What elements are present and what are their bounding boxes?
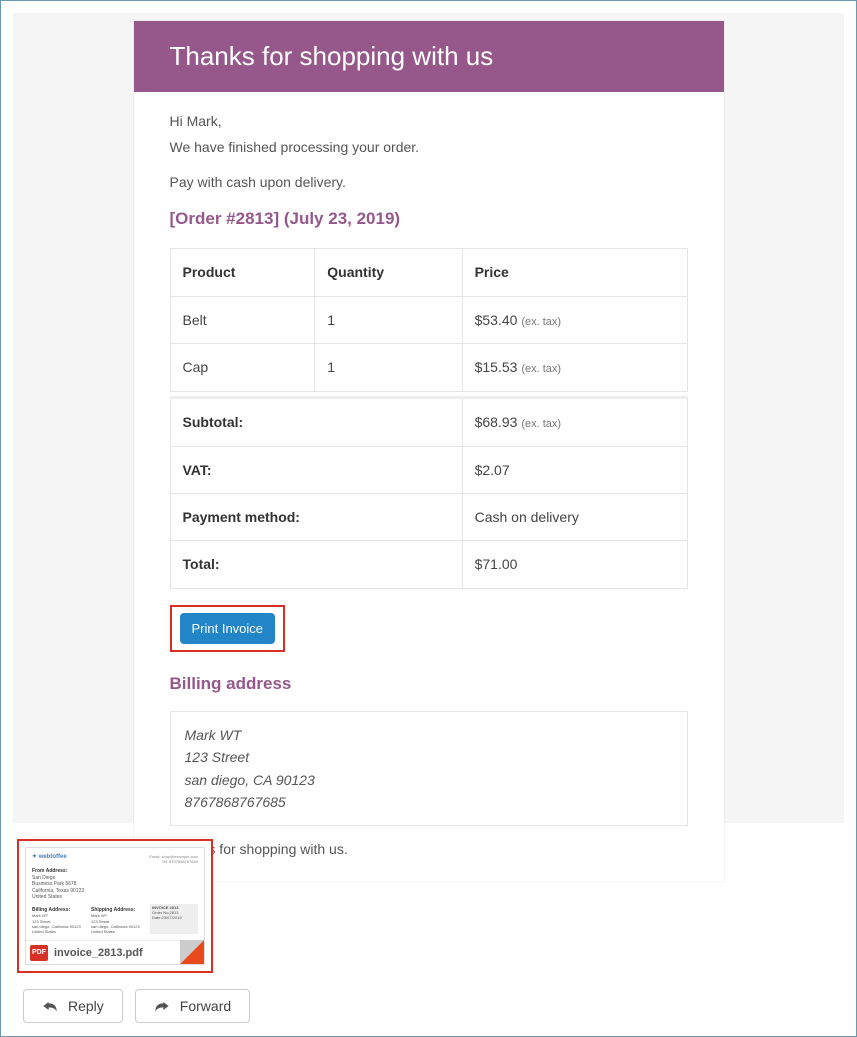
price-value: $15.53 — [475, 359, 518, 375]
item-product: Cap — [170, 344, 315, 392]
billing-heading: Billing address — [170, 670, 688, 697]
attachment-thumbnail-highlight: ✦ webtoffee Email: shop@example.com Tel:… — [17, 839, 213, 973]
item-price: $53.40 (ex. tax) — [462, 296, 687, 344]
payment-label: Payment method: — [170, 493, 462, 540]
forward-button[interactable]: Forward — [135, 989, 250, 1023]
billing-phone: 8767868767685 — [185, 791, 673, 813]
item-quantity: 1 — [315, 296, 462, 344]
print-invoice-highlight: Print Invoice — [170, 605, 286, 652]
col-quantity: Quantity — [315, 249, 462, 296]
order-heading: [Order #2813] (July 23, 2019) — [170, 205, 688, 232]
col-product: Product — [170, 249, 315, 296]
total-value: $71.00 — [462, 541, 687, 588]
item-price: $15.53 (ex. tax) — [462, 344, 687, 392]
attachment-thumbnail[interactable]: ✦ webtoffee Email: shop@example.com Tel:… — [25, 847, 205, 965]
thumb-ord-date: Date:23/07/2019 — [152, 915, 196, 920]
billing-city: san diego, CA 90123 — [185, 769, 673, 791]
thumb-ship-l4: United States — [91, 929, 146, 934]
email-preview-container: Thanks for shopping with us Hi Mark, We … — [13, 13, 844, 823]
thumb-tel: Tel: 8767868767685 — [162, 859, 198, 864]
payment-value: Cash on delivery — [462, 493, 687, 540]
subtotal-note: (ex. tax) — [521, 418, 561, 430]
order-summary-table: Subtotal: $68.93 (ex. tax) VAT: $2.07 Pa… — [170, 396, 688, 589]
price-note: (ex. tax) — [521, 316, 561, 328]
thumb-bill-l4: United States — [32, 929, 87, 934]
item-product: Belt — [170, 296, 315, 344]
thumb-contact: Email: shop@example.com Tel: 87678687676… — [149, 854, 198, 864]
vat-label: VAT: — [170, 446, 462, 493]
closing-line: Thanks for shopping with us. — [170, 836, 688, 862]
attachment-filename: invoice_2813.pdf — [54, 947, 143, 959]
reply-button[interactable]: Reply — [23, 989, 123, 1023]
col-price: Price — [462, 249, 687, 296]
price-note: (ex. tax) — [521, 363, 561, 375]
total-label: Total: — [170, 541, 462, 588]
billing-address-box: Mark WT 123 Street san diego, CA 90123 8… — [170, 711, 688, 827]
order-items-table: Product Quantity Price Belt 1 $53.40 (ex… — [170, 248, 688, 392]
subtotal-value: $68.93 (ex. tax) — [462, 397, 687, 446]
price-value: $53.40 — [475, 312, 518, 328]
billing-name: Mark WT — [185, 724, 673, 746]
item-quantity: 1 — [315, 344, 462, 392]
subtotal-label: Subtotal: — [170, 397, 462, 446]
attachment-footer: PDF invoice_2813.pdf — [26, 940, 204, 964]
email-body: Hi Mark, We have finished processing you… — [134, 92, 724, 881]
reply-icon — [42, 999, 58, 1013]
thumb-from-l4: United States — [32, 894, 198, 901]
table-row: Belt 1 $53.40 (ex. tax) — [170, 296, 687, 344]
email-action-row: Reply Forward — [23, 989, 250, 1023]
billing-street: 123 Street — [185, 746, 673, 768]
print-invoice-button[interactable]: Print Invoice — [180, 613, 276, 644]
email-header-title: Thanks for shopping with us — [134, 21, 724, 92]
greeting-line: Hi Mark, — [170, 110, 688, 132]
reply-label: Reply — [68, 998, 104, 1014]
vat-value: $2.07 — [462, 446, 687, 493]
email-card: Thanks for shopping with us Hi Mark, We … — [134, 21, 724, 881]
fold-corner-icon — [180, 940, 204, 964]
processed-line: We have finished processing your order. — [170, 136, 688, 158]
thumb-logo: ✦ webtoffee — [32, 854, 67, 862]
attachment-preview: ✦ webtoffee Email: shop@example.com Tel:… — [32, 854, 198, 940]
subtotal-amount: $68.93 — [475, 414, 518, 430]
forward-icon — [154, 999, 170, 1013]
pdf-icon: PDF — [30, 945, 48, 961]
forward-label: Forward — [180, 998, 231, 1014]
table-row: Cap 1 $15.53 (ex. tax) — [170, 344, 687, 392]
pay-note-line: Pay with cash upon delivery. — [170, 171, 688, 193]
